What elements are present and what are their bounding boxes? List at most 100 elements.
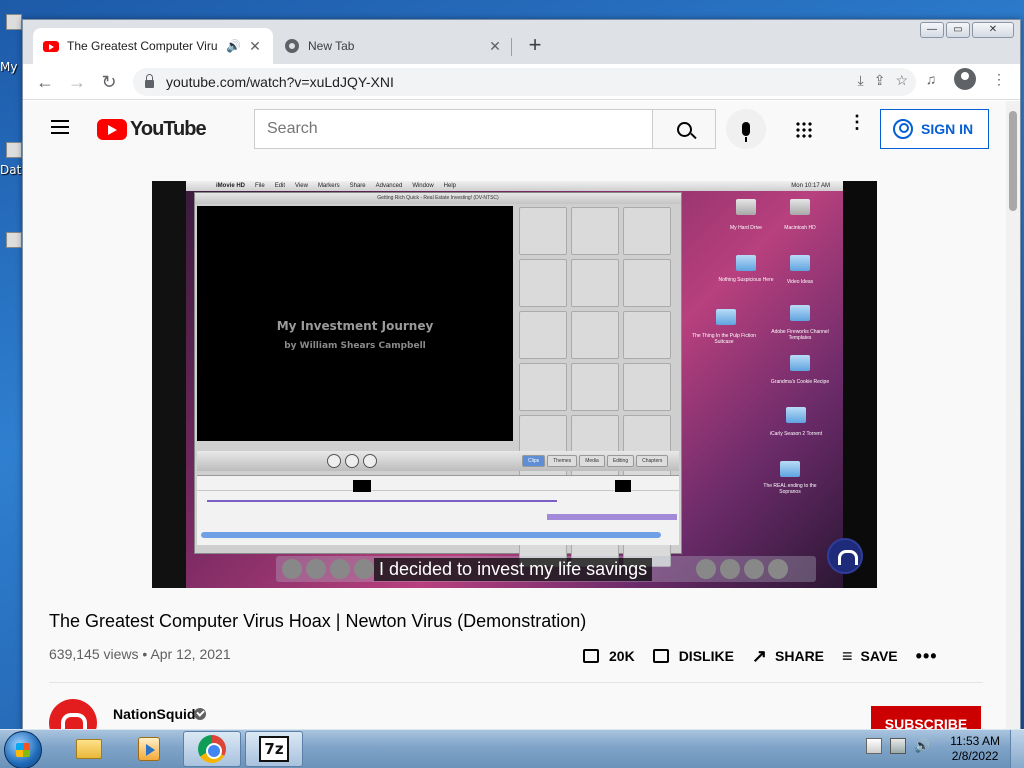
hamburger-menu-icon[interactable]	[51, 120, 69, 134]
dislike-label: DISLIKE	[678, 648, 734, 664]
apps-grid-icon[interactable]	[795, 121, 813, 139]
search-icon	[676, 121, 692, 137]
scrollbar-thumb[interactable]	[1009, 111, 1017, 211]
voice-search-button[interactable]	[726, 109, 766, 149]
share-button[interactable]: ↗ SHARE	[752, 646, 824, 667]
folder-icon	[780, 461, 800, 477]
tab-close-icon[interactable]: ✕	[247, 38, 263, 55]
address-bar[interactable]: youtube.com/watch?v=xuLdJQY-XNI ⤓ ⇪ ☆	[133, 68, 916, 96]
youtube-logo[interactable]: YouTube	[97, 118, 207, 141]
clock-date: 2/8/2022	[951, 749, 999, 763]
thumbs-up-icon	[583, 649, 599, 663]
system-clock[interactable]: 11:53 AM 2/8/2022	[950, 734, 1000, 764]
search-button[interactable]	[652, 109, 716, 149]
volume-icon[interactable]: 🔊	[914, 738, 930, 754]
start-button[interactable]	[4, 731, 42, 768]
mac-menu-item: Window	[412, 183, 434, 189]
settings-more-icon[interactable]: ⋮	[848, 113, 866, 131]
taskbar-media-player[interactable]	[120, 731, 178, 767]
clip-cell	[571, 311, 619, 359]
network-icon[interactable]	[890, 738, 906, 754]
desktop-icon-label-dat[interactable]: Dat	[0, 163, 21, 177]
desktop-icon-label-my[interactable]: My	[0, 60, 17, 74]
like-count: 20K	[609, 648, 635, 664]
forward-button[interactable]: →	[61, 68, 93, 96]
clip-cell	[519, 363, 567, 411]
show-desktop-button[interactable]	[1010, 730, 1024, 768]
mac-menubar: iMovie HD File Edit View Markers Share A…	[186, 181, 844, 191]
taskbar-explorer[interactable]	[60, 731, 118, 767]
playlist-add-icon: ≡	[842, 645, 853, 666]
speaker-icon[interactable]: 🔊	[226, 39, 241, 53]
mac-menu-item: File	[255, 183, 265, 189]
folder-icon[interactable]	[6, 142, 22, 158]
app-dock-icon	[744, 559, 764, 579]
video-player[interactable]: iMovie HD File Edit View Markers Share A…	[152, 181, 877, 588]
channel-watermark-icon[interactable]	[827, 538, 863, 574]
upload-date: Apr 12, 2021	[150, 646, 231, 662]
media-control-icon[interactable]: ♫	[920, 68, 942, 90]
reload-button[interactable]: ↻	[93, 68, 125, 96]
account-icon	[893, 119, 913, 139]
media-player-icon	[138, 737, 160, 761]
computer-icon[interactable]	[6, 14, 22, 30]
folder-icon	[786, 407, 806, 423]
tab-new-tab[interactable]: New Tab ✕	[275, 28, 513, 64]
save-button[interactable]: ≡ SAVE	[842, 646, 898, 667]
clip-cell	[623, 311, 671, 359]
taskbar-7zip[interactable]: 7z	[245, 731, 303, 767]
drive-icon	[736, 199, 756, 215]
tab-separator	[511, 38, 512, 56]
chrome-icon	[198, 735, 226, 763]
close-window-button[interactable]: ✕	[972, 22, 1014, 38]
like-button[interactable]: 20K	[583, 648, 635, 664]
imovie-viewer: My Investment Journey by William Shears …	[197, 206, 513, 441]
mac-menu-item: Advanced	[375, 183, 403, 189]
thumbs-down-icon	[652, 649, 669, 663]
minimize-button[interactable]: —	[920, 22, 944, 38]
mac-menu-item: Share	[349, 183, 366, 189]
url-text[interactable]: youtube.com/watch?v=xuLdJQY-XNI	[166, 74, 394, 90]
dislike-button[interactable]: DISLIKE	[652, 648, 734, 664]
page-scrollbar[interactable]	[1006, 101, 1020, 730]
meta-separator: •	[138, 646, 151, 662]
subscribe-button[interactable]: SUBSCRIBE	[871, 706, 981, 730]
profile-icon[interactable]	[954, 68, 976, 90]
chrome-favicon-icon	[285, 39, 299, 53]
share-page-icon[interactable]: ⇪	[874, 72, 886, 89]
document-dock-icon	[696, 559, 716, 579]
taskbar-chrome[interactable]	[183, 731, 241, 767]
omnibox-actions: ⤓ ⇪ ☆	[858, 72, 909, 89]
back-button[interactable]: ←	[29, 68, 61, 96]
finder-dock-icon	[282, 559, 302, 579]
browser-toolbar: ← → ↻ youtube.com/watch?v=xuLdJQY-XNI ⤓ …	[23, 64, 1020, 100]
tab-title: New Tab	[308, 39, 355, 53]
channel-avatar[interactable]	[49, 699, 97, 730]
bookmark-star-icon[interactable]: ☆	[895, 72, 908, 89]
install-icon[interactable]: ⤓	[858, 72, 864, 89]
youtube-favicon-icon	[43, 40, 59, 52]
microphone-icon	[742, 122, 750, 142]
youtube-logo-text: YouTube	[130, 118, 207, 140]
tab-strip: The Greatest Computer Viru 🔊 ✕ New Tab ✕…	[23, 20, 1020, 64]
restore-button[interactable]: ▭	[946, 22, 970, 38]
more-actions-button[interactable]: •••	[916, 646, 938, 667]
mac-desk-label: Macintosh HD	[784, 225, 816, 231]
sign-in-button[interactable]: SIGN IN	[880, 109, 989, 149]
lock-icon[interactable]	[145, 74, 154, 88]
tab-youtube[interactable]: The Greatest Computer Viru 🔊 ✕	[33, 28, 273, 64]
channel-name[interactable]: NationSquid	[113, 706, 195, 722]
rewind-icon	[327, 454, 341, 468]
tab-close-icon[interactable]: ✕	[487, 38, 503, 55]
action-center-flag-icon[interactable]	[866, 738, 882, 754]
mac-desk-label: Grandma's Cookie Recipe	[770, 379, 830, 385]
folder-icon	[736, 255, 756, 271]
file-icon[interactable]	[6, 232, 22, 248]
folder-icon	[790, 305, 810, 321]
clock-time: 11:53 AM	[950, 734, 1000, 748]
folder-icon	[790, 255, 810, 271]
search-input[interactable]: Search	[254, 109, 653, 149]
new-tab-button[interactable]: +	[523, 34, 547, 56]
browser-menu-icon[interactable]: ⋮	[988, 68, 1010, 90]
imovie-tab: Editing	[606, 455, 635, 467]
